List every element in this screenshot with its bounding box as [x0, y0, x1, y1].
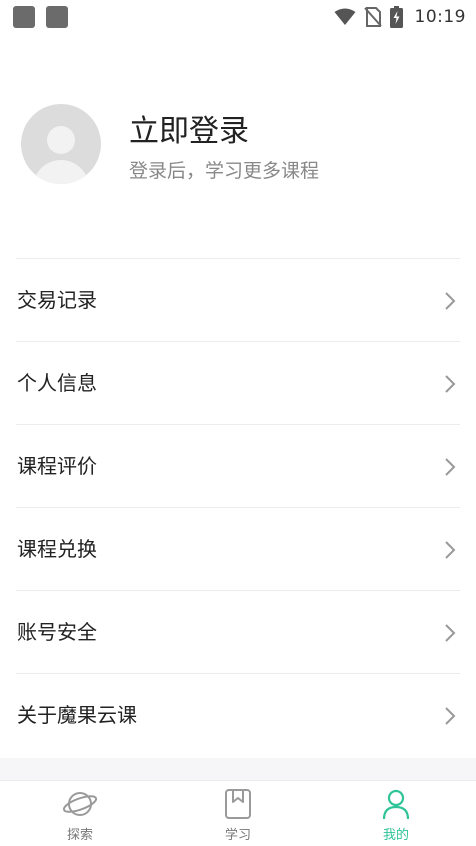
menu-item-transactions[interactable]: 交易记录	[16, 258, 460, 341]
status-bar: 10:19	[0, 0, 476, 34]
login-title[interactable]: 立即登录	[129, 112, 249, 152]
notification-square-icon	[46, 6, 68, 28]
default-avatar-icon[interactable]	[21, 104, 101, 184]
status-bar-right: 10:19	[334, 5, 467, 29]
chevron-right-icon	[445, 541, 456, 559]
login-subtitle: 登录后，学习更多课程	[129, 160, 320, 182]
planet-icon	[62, 792, 98, 816]
menu-item-label: 账号安全	[17, 620, 97, 644]
chevron-right-icon	[445, 624, 456, 642]
tab-label: 学习	[224, 828, 251, 843]
menu-item-label: 课程兑换	[17, 537, 97, 561]
section-spacer	[0, 758, 476, 780]
tab-explore[interactable]: 探索	[20, 781, 140, 846]
profile-screen: 10:19 立即登录 登录后，学习更多课程 交易记录 个人信息 课程评价 课程兑…	[0, 0, 476, 846]
tab-label: 探索	[66, 828, 93, 843]
menu-item-label: 课程评价	[17, 454, 97, 478]
no-sim-icon	[363, 7, 382, 27]
tab-label: 我的	[382, 828, 409, 843]
status-time: 10:19	[414, 7, 466, 27]
login-header[interactable]: 立即登录 登录后，学习更多课程	[21, 104, 461, 188]
chevron-right-icon	[445, 707, 456, 725]
menu-item-label: 个人信息	[17, 371, 97, 395]
avatar-head	[47, 126, 75, 154]
tab-study[interactable]: 学习	[178, 781, 298, 846]
chevron-right-icon	[445, 458, 456, 476]
tab-mine[interactable]: 我的	[336, 781, 456, 846]
avatar-body	[33, 160, 89, 184]
menu-item-about[interactable]: 关于魔果云课	[16, 673, 460, 756]
notification-square-icon	[13, 6, 35, 28]
settings-menu: 交易记录 个人信息 课程评价 课程兑换 账号安全 关于魔果云课	[16, 258, 460, 756]
status-bar-left	[13, 6, 68, 28]
book-icon	[225, 789, 251, 819]
chevron-right-icon	[445, 375, 456, 393]
battery-charging-icon	[389, 6, 403, 28]
menu-item-course-redeem[interactable]: 课程兑换	[16, 507, 460, 590]
menu-item-label: 关于魔果云课	[17, 703, 137, 727]
menu-item-course-reviews[interactable]: 课程评价	[16, 424, 460, 507]
wifi-icon	[334, 8, 355, 25]
bottom-tab-bar: 探索 学习 我的	[0, 780, 476, 846]
chevron-right-icon	[445, 292, 456, 310]
menu-item-label: 交易记录	[17, 288, 97, 312]
person-icon	[382, 789, 410, 820]
menu-item-personal-info[interactable]: 个人信息	[16, 341, 460, 424]
menu-item-account-security[interactable]: 账号安全	[16, 590, 460, 673]
